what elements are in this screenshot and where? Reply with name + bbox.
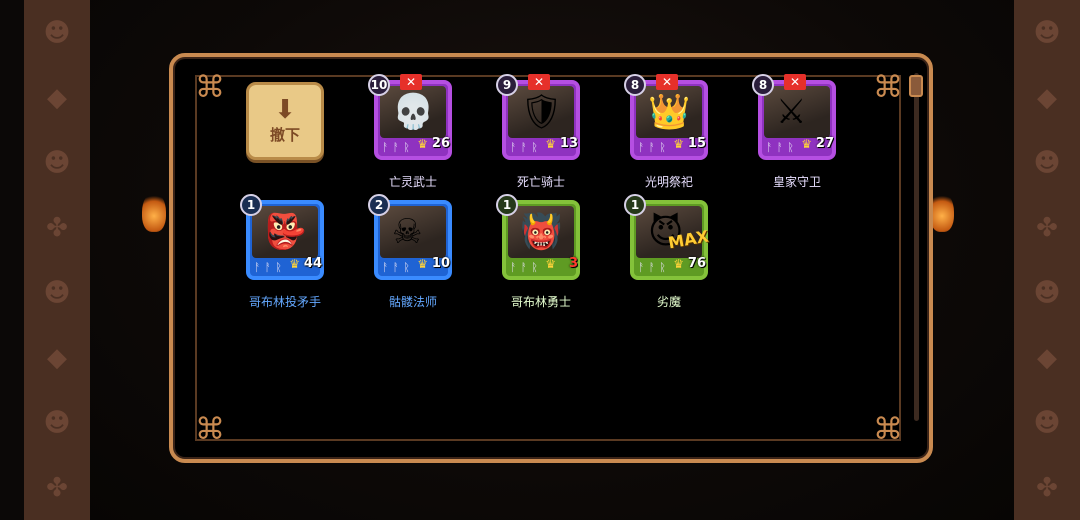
level-badge: 9 — [496, 74, 518, 96]
level-badge: 8 — [624, 74, 646, 96]
level-badge: 1 — [240, 194, 262, 216]
crown-icon: ♛ — [673, 137, 684, 151]
crown-icon: ♛ — [545, 137, 556, 151]
skull-pattern-icon: ☻ — [1033, 147, 1061, 178]
undeploy-x-icon[interactable]: ✕ — [400, 74, 422, 90]
skull-pattern-icon: ☻ — [43, 277, 71, 308]
left-decor-strip: ☻ ◆ ☻ ✤ ☻ ◆ ☻ ✤ — [24, 0, 90, 520]
skull-pattern-icon: ☻ — [43, 407, 71, 438]
undeploy-x-icon[interactable]: ✕ — [656, 74, 678, 90]
corner-ornament-icon: ⌘ — [873, 412, 903, 447]
unit-count: 27 — [815, 136, 834, 151]
diamond-pattern-icon: ◆ — [1037, 82, 1057, 113]
unit-card-light-priest[interactable]: 👑 8 ✕ ♛ 15 ᚨᚨᚱ — [624, 74, 708, 160]
unit-count: 15 — [687, 136, 706, 151]
skill-icons: ᚨᚨᚱ — [638, 261, 670, 274]
skull-pattern-icon: ☻ — [1033, 17, 1061, 48]
skill-icons: ᚨᚨᚱ — [382, 261, 414, 274]
unit-card-goblin-spearman[interactable]: 👺 1 ♛ 44 ᚨᚨᚱ — [240, 194, 324, 280]
unit-name: 皇家守卫 — [772, 175, 821, 189]
crown-icon: ♛ — [417, 137, 428, 151]
remove-button-label: 撤下 — [269, 125, 300, 144]
skill-icons: ᚨᚨᚱ — [766, 141, 798, 154]
leaf-pattern-icon: ✤ — [46, 472, 68, 503]
right-decor-strip: ☻ ◆ ☻ ✤ ☻ ◆ ☻ ✤ — [1014, 0, 1080, 520]
unit-name: 哥布林勇士 — [510, 295, 571, 309]
scrollbar-thumb[interactable] — [909, 75, 923, 97]
goblin-warrior-portrait: 👹 — [508, 206, 574, 258]
skill-icons: ᚨᚨᚱ — [510, 261, 542, 274]
royal-guard-portrait: ⚔ — [764, 86, 830, 138]
diamond-pattern-icon: ◆ — [1037, 342, 1057, 373]
undeploy-x-icon[interactable]: ✕ — [528, 74, 550, 90]
unit-count: 44 — [303, 256, 322, 271]
unit-count: 26 — [431, 136, 450, 151]
leaf-pattern-icon: ✤ — [1036, 472, 1058, 503]
unit-card-undead-warrior[interactable]: 💀 10 ✕ ♛ 26 ᚨᚨᚱ — [368, 74, 452, 160]
unit-card-royal-guard[interactable]: ⚔ 8 ✕ ♛ 27 ᚨᚨᚱ — [752, 74, 836, 160]
unit-card-goblin-warrior[interactable]: 👹 1 ♛ 3 ᚨᚨᚱ — [496, 194, 580, 280]
leaf-pattern-icon: ✤ — [46, 212, 68, 243]
corner-ornament-icon: ⌘ — [195, 412, 225, 447]
crown-icon: ♛ — [673, 257, 684, 271]
skull-pattern-icon: ☻ — [43, 147, 71, 178]
skill-icons: ᚨᚨᚱ — [638, 141, 670, 154]
unit-name: 骷髅法师 — [388, 295, 437, 309]
torch-right — [930, 192, 954, 232]
crown-icon: ♛ — [545, 257, 556, 271]
unit-name: 光明祭祀 — [644, 175, 693, 189]
undead-warrior-portrait: 💀 — [380, 86, 446, 138]
scrollbar-track[interactable] — [914, 73, 919, 421]
down-arrow-icon: ⬇ — [274, 94, 296, 125]
level-badge: 8 — [752, 74, 774, 96]
crown-icon: ♛ — [417, 257, 428, 271]
unit-card-imp[interactable]: 😈 1 MAX ♛ 76 ᚨᚨᚱ — [624, 194, 710, 280]
crown-icon: ♛ — [801, 137, 812, 151]
death-knight-portrait: 🛡 — [508, 86, 574, 138]
unit-count: 10 — [431, 256, 450, 271]
leaf-pattern-icon: ✤ — [1036, 212, 1058, 243]
diamond-pattern-icon: ◆ — [47, 82, 67, 113]
unit-selection-panel: ⌘ ⌘ ⌘ ⌘ ⬇ 撤下 💀 10 ✕ ♛ 26 ᚨᚨᚱ 亡灵武士 🛡 9 ✕ … — [169, 53, 933, 463]
unit-card-skeleton-mage[interactable]: ☠ 2 ♛ 10 ᚨᚨᚱ — [368, 194, 452, 280]
remove-unit-button[interactable]: ⬇ 撤下 — [246, 82, 324, 160]
skull-pattern-icon: ☻ — [1033, 407, 1061, 438]
skeleton-mage-portrait: ☠ — [380, 206, 446, 258]
crown-icon: ♛ — [289, 257, 300, 271]
level-badge: 1 — [496, 194, 518, 216]
corner-ornament-icon: ⌘ — [873, 70, 903, 105]
unit-count: 76 — [687, 256, 706, 271]
unit-name: 哥布林投矛手 — [248, 295, 321, 309]
unit-name: 劣魔 — [656, 295, 681, 309]
unit-count: 13 — [559, 136, 578, 151]
level-badge: 10 — [368, 74, 390, 96]
skill-icons: ᚨᚨᚱ — [254, 261, 286, 274]
unit-name: 亡灵武士 — [388, 175, 437, 189]
goblin-spearman-portrait: 👺 — [252, 206, 318, 258]
light-priest-portrait: 👑 — [636, 86, 702, 138]
diamond-pattern-icon: ◆ — [47, 342, 67, 373]
unit-count: 3 — [568, 256, 578, 271]
unit-card-death-knight[interactable]: 🛡 9 ✕ ♛ 13 ᚨᚨᚱ — [496, 74, 580, 160]
skull-pattern-icon: ☻ — [1033, 277, 1061, 308]
level-badge: 1 — [624, 194, 646, 216]
unit-name: 死亡骑士 — [516, 175, 565, 189]
corner-ornament-icon: ⌘ — [195, 70, 225, 105]
skill-icons: ᚨᚨᚱ — [382, 141, 414, 154]
skill-icons: ᚨᚨᚱ — [510, 141, 542, 154]
level-badge: 2 — [368, 194, 390, 216]
torch-left — [142, 192, 166, 232]
skull-pattern-icon: ☻ — [43, 17, 71, 48]
undeploy-x-icon[interactable]: ✕ — [784, 74, 806, 90]
